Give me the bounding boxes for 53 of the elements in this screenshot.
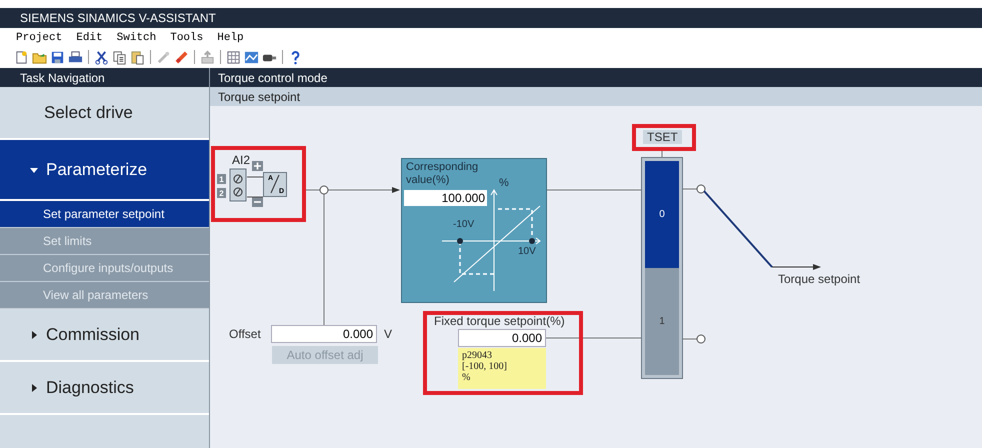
menu-item[interactable]: Project	[16, 32, 62, 44]
input-label: AI2	[232, 153, 250, 167]
switch-position[interactable]: 1	[645, 268, 679, 375]
output-arrow	[772, 264, 821, 270]
field-label: Fixed torque setpoint(%)	[434, 314, 565, 328]
save-icon[interactable]	[50, 50, 65, 64]
terminal-number: 2	[217, 188, 226, 198]
print-icon[interactable]	[68, 50, 83, 64]
wire-drawing	[247, 176, 263, 198]
junction-icon	[320, 186, 328, 194]
field-label: Offset	[229, 327, 261, 341]
menu-item[interactable]: Tools	[170, 32, 204, 44]
axis-label: 10V	[518, 246, 536, 257]
chart-icon[interactable]	[244, 50, 259, 64]
polarity-icon	[252, 161, 264, 207]
window-title: SIEMENS SINAMICS V-ASSISTANT	[20, 11, 216, 25]
selector-label: TSET	[643, 130, 682, 144]
panel-title: Task Navigation	[20, 70, 105, 84]
axis-label: %	[499, 177, 509, 189]
terminal-block-icon	[229, 168, 247, 202]
cut-icon[interactable]	[94, 50, 109, 64]
tooltip-line: [-100, 100]	[462, 361, 507, 372]
menu-item[interactable]: Switch	[116, 32, 156, 44]
slash-icon	[270, 174, 280, 194]
junction-icon	[696, 334, 706, 344]
nav-step[interactable]: Parameterize	[0, 140, 209, 201]
table-icon[interactable]	[226, 50, 241, 64]
menu-item[interactable]: Help	[217, 32, 244, 44]
caret-icon	[30, 384, 38, 392]
connector-line	[682, 338, 698, 340]
block-title: Corresponding value(%)	[406, 161, 480, 187]
paste-icon[interactable]	[130, 50, 145, 64]
setpoint-field[interactable]: 0.000	[458, 329, 546, 347]
terminal-number: 1	[217, 174, 226, 184]
switch-position[interactable]: 0	[645, 161, 679, 268]
unit-label: V	[384, 327, 392, 341]
section-title: Torque setpoint	[218, 90, 300, 104]
tooltip-line: p29043	[462, 350, 492, 361]
highlight-frame	[632, 124, 696, 151]
caret-icon	[30, 166, 38, 174]
page-title: Torque control mode	[218, 70, 328, 84]
new-file-icon[interactable]	[14, 50, 29, 64]
value-field[interactable]: 100.000	[404, 190, 487, 206]
output-label: Torque setpoint	[778, 272, 860, 286]
menu-item[interactable]: Edit	[76, 32, 103, 44]
caret-icon	[30, 330, 38, 338]
junction-icon	[696, 184, 706, 194]
offset-field[interactable]: 0.000	[271, 325, 377, 343]
axis-label: -10V	[453, 219, 474, 230]
copy-icon[interactable]	[112, 50, 127, 64]
connector-line	[682, 188, 698, 190]
nav-item[interactable]: Set parameter setpoint	[0, 201, 209, 228]
tooltip-line: %	[462, 372, 470, 383]
